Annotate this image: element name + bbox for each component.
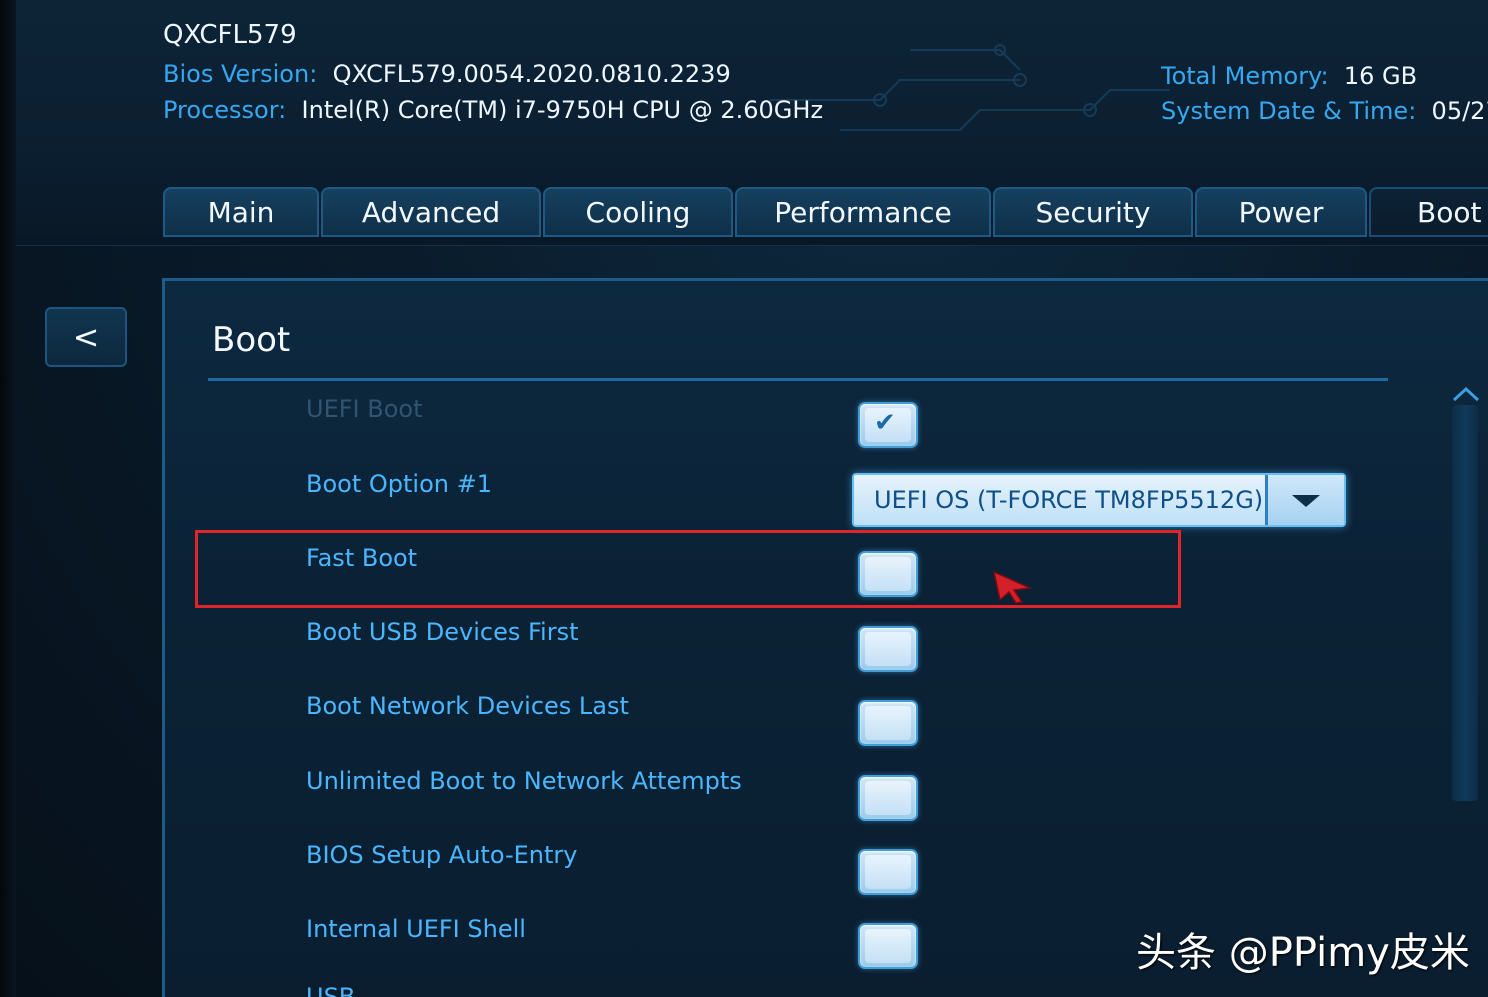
option-boot-option-1-label: Boot Option #1 <box>306 470 492 498</box>
internal-uefi-shell-checkbox[interactable] <box>858 923 918 969</box>
back-button[interactable]: < <box>45 307 127 367</box>
watermark: 头条 @PPimy皮米 <box>1136 930 1470 976</box>
system-datetime-value: 05/27/20 <box>1431 97 1488 125</box>
boot-option-1-select[interactable]: UEFI OS (T-FORCE TM8FP5512G) <box>852 473 1346 527</box>
uefi-boot-checkbox[interactable]: ✔ <box>858 402 918 448</box>
total-memory-row: Total Memory: 16 GB <box>1161 62 1417 90</box>
option-fast-boot-label: Fast Boot <box>306 544 418 572</box>
option-boot-network-last-label: Boot Network Devices Last <box>306 692 629 720</box>
bios-version-value: QXCFL579.0054.2020.0810.2239 <box>332 60 731 88</box>
option-usb-label: USB <box>306 984 355 997</box>
tab-cooling[interactable]: Cooling <box>543 187 733 237</box>
page-title: Boot <box>212 320 291 360</box>
scroll-up-icon[interactable] <box>1452 386 1480 402</box>
total-memory-label: Total Memory: <box>1161 62 1329 90</box>
option-internal-uefi-shell-label: Internal UEFI Shell <box>306 915 526 943</box>
tab-advanced[interactable]: Advanced <box>321 187 541 237</box>
bios-version-label: Bios Version: <box>163 60 318 88</box>
option-boot-usb-first-label: Boot USB Devices First <box>306 618 579 646</box>
option-bios-setup-auto-entry-label: BIOS Setup Auto-Entry <box>306 841 578 869</box>
fast-boot-checkbox[interactable] <box>858 551 918 597</box>
check-icon: ✔ <box>874 408 896 438</box>
bios-setup-auto-entry-checkbox[interactable] <box>858 849 918 895</box>
scrollbar-track[interactable] <box>1452 405 1478 801</box>
unlimited-network-attempts-checkbox[interactable] <box>858 775 918 821</box>
option-unlimited-network-attempts-label: Unlimited Boot to Network Attempts <box>306 767 742 795</box>
boot-network-last-checkbox[interactable] <box>858 700 918 746</box>
chevron-down-icon <box>1292 495 1320 507</box>
tab-performance[interactable]: Performance <box>735 187 991 237</box>
total-memory-value: 16 GB <box>1343 62 1418 90</box>
boot-usb-first-checkbox[interactable] <box>858 626 918 672</box>
tab-power[interactable]: Power <box>1195 187 1367 237</box>
option-uefi-boot-label: UEFI Boot <box>306 395 423 423</box>
system-datetime-row: System Date & Time: 05/27/20 <box>1161 97 1488 125</box>
boot-option-1-value: UEFI OS (T-FORCE TM8FP5512G) <box>874 486 1264 514</box>
title-divider <box>208 378 1388 381</box>
processor-label: Processor: <box>163 96 287 124</box>
model-name: QXCFL579 <box>163 20 297 50</box>
processor-row: Processor: Intel(R) Core(TM) i7-9750H CP… <box>163 96 823 124</box>
processor-value: Intel(R) Core(TM) i7-9750H CPU @ 2.60GHz <box>301 96 824 124</box>
dropdown-button[interactable] <box>1265 475 1344 525</box>
bios-screen: QXCFL579 Bios Version: QXCFL579.0054.202… <box>0 0 1488 997</box>
tab-main[interactable]: Main <box>163 187 319 237</box>
circuit-decoration <box>770 44 1170 131</box>
mouse-pointer-icon <box>992 570 1032 604</box>
system-datetime-label: System Date & Time: <box>1161 97 1417 125</box>
monitor-bezel <box>0 0 16 997</box>
bios-version-row: Bios Version: QXCFL579.0054.2020.0810.22… <box>163 60 731 88</box>
tab-boot[interactable]: Boot <box>1369 187 1488 237</box>
tab-security[interactable]: Security <box>993 187 1193 237</box>
